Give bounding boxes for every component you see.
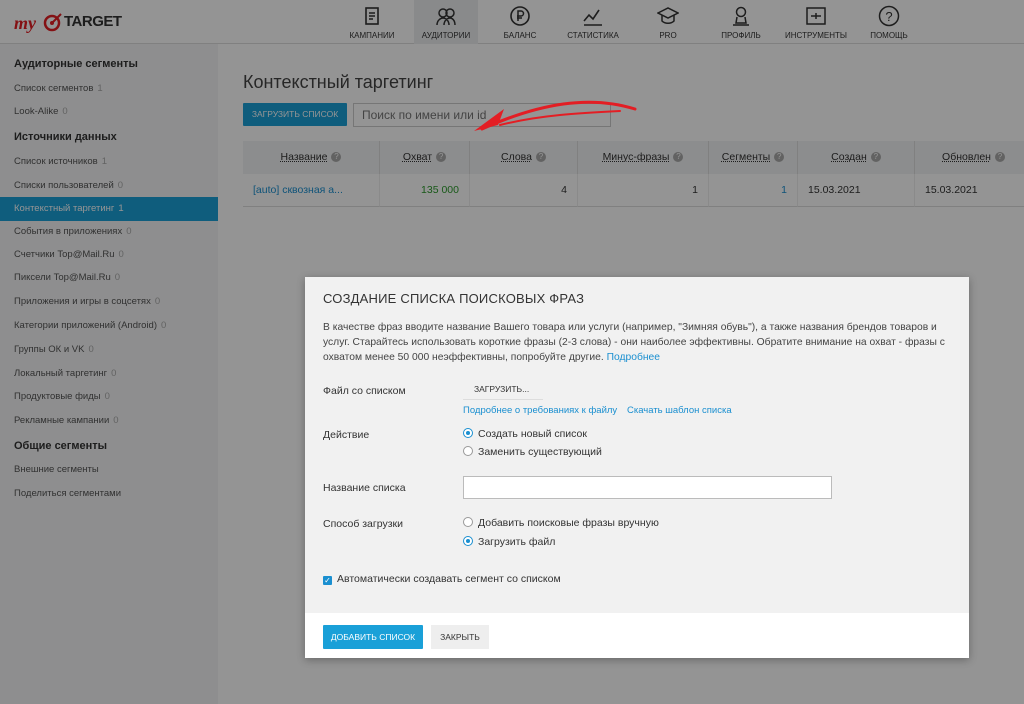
dialog-footer: Добавить список Закрыть — [305, 613, 969, 658]
list-name-input[interactable] — [463, 476, 832, 499]
radio-create-new[interactable]: Создать новый список — [463, 428, 587, 440]
radio-upload-file[interactable]: Загрузить файл — [463, 536, 555, 548]
close-button[interactable]: Закрыть — [431, 625, 489, 649]
file-label: Файл со списком — [323, 385, 406, 397]
checkbox-checked-icon: ✓ — [323, 576, 332, 585]
dialog-title: Создание списка поисковых фраз — [323, 291, 584, 306]
radio-manual-phrases[interactable]: Добавить поисковые фразы вручную — [463, 517, 659, 529]
add-list-button[interactable]: Добавить список — [323, 625, 423, 649]
radio-unselected-icon — [463, 517, 473, 527]
upload-file-button[interactable]: Загрузить... — [463, 378, 543, 400]
radio-replace-existing[interactable]: Заменить существующий — [463, 446, 602, 458]
create-phrase-list-dialog: Создание списка поисковых фраз В качеств… — [305, 277, 969, 658]
action-label: Действие — [323, 429, 369, 441]
download-template-link[interactable]: Скачать шаблон списка — [627, 405, 732, 416]
upload-method-label: Способ загрузки — [323, 518, 403, 530]
list-name-label: Название списка — [323, 482, 406, 494]
dialog-description: В качестве фраз вводите название Вашего … — [323, 320, 953, 365]
red-arrow-annotation — [470, 95, 640, 140]
more-info-link[interactable]: Подробнее — [607, 352, 660, 363]
radio-unselected-icon — [463, 446, 473, 456]
radio-selected-icon — [463, 536, 473, 546]
file-requirements-link[interactable]: Подробнее о требованиях к файлу — [463, 405, 617, 416]
auto-segment-checkbox[interactable]: ✓ Автоматически создавать сегмент со спис… — [323, 573, 561, 585]
radio-selected-icon — [463, 428, 473, 438]
